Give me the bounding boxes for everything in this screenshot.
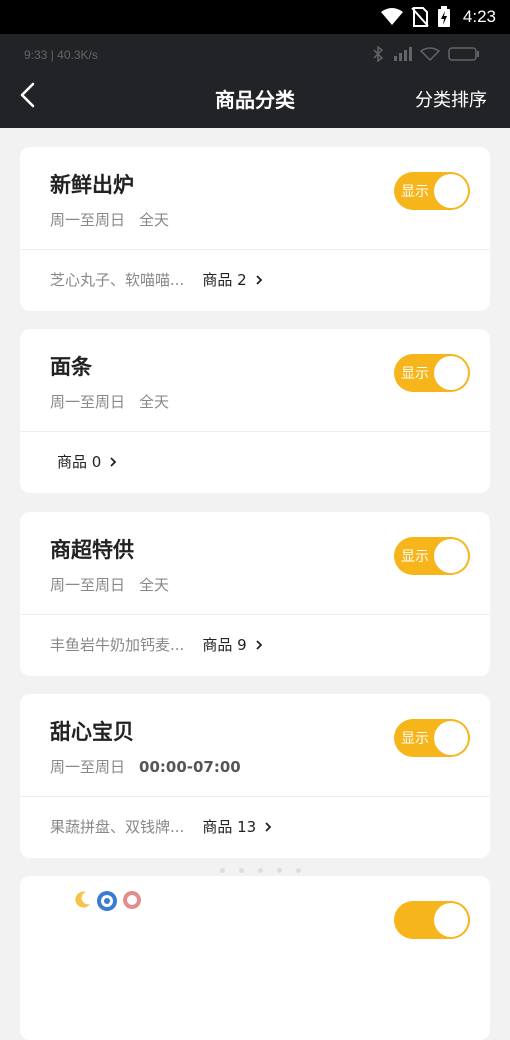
schedule-time: 全天 bbox=[139, 576, 170, 594]
display-toggle[interactable]: 显示 bbox=[394, 354, 470, 392]
schedule-days: 周一至周日 bbox=[50, 758, 126, 776]
goods-preview: 芝心丸子、软喵喵... bbox=[50, 271, 185, 289]
goods-prefix: 商品 bbox=[57, 453, 88, 471]
wifi-small-icon bbox=[420, 47, 440, 61]
display-toggle[interactable]: 显示 bbox=[394, 172, 470, 210]
status-time: 4:23 bbox=[462, 7, 496, 26]
category-card-partial[interactable] bbox=[20, 868, 490, 1040]
divider bbox=[20, 431, 490, 432]
schedule-days: 周一至周日 bbox=[50, 211, 126, 229]
goods-link[interactable]: 商品 0 bbox=[57, 453, 117, 471]
goods-preview: 丰鱼岩牛奶加钙麦... bbox=[50, 636, 185, 654]
goods-count: 13 bbox=[237, 818, 257, 836]
goods-prefix: 商品 bbox=[202, 818, 233, 836]
no-sim-icon bbox=[411, 7, 429, 27]
schedule-days: 周一至周日 bbox=[50, 576, 126, 594]
chevron-right-icon bbox=[256, 640, 262, 650]
divider bbox=[20, 614, 490, 615]
device-substatus: 9:33 | 40.3K/s bbox=[0, 44, 510, 68]
goods-row[interactable]: 果蔬拼盘、双钱牌... 商品 13 bbox=[50, 816, 272, 837]
category-schedule: 周一至周日 全天 bbox=[50, 391, 169, 412]
goods-count: 0 bbox=[91, 453, 102, 471]
toggle-label: 显示 bbox=[401, 184, 429, 200]
goods-prefix: 商品 bbox=[202, 636, 233, 654]
toggle-knob bbox=[434, 174, 468, 208]
category-name: 新鲜出炉 bbox=[50, 173, 134, 197]
moon-icon bbox=[75, 891, 90, 908]
target-icon bbox=[97, 891, 117, 911]
category-sort-button[interactable]: 分类排序 bbox=[415, 86, 487, 112]
goods-link[interactable]: 商品 9 bbox=[202, 636, 262, 654]
category-schedule: 周一至周日 全天 bbox=[50, 209, 169, 230]
toggle-knob bbox=[434, 539, 468, 573]
category-card[interactable]: 新鲜出炉 显示 周一至周日 全天 芝心丸子、软喵喵... 商品 2 bbox=[20, 147, 490, 311]
system-status-bar: 4:23 bbox=[0, 0, 510, 34]
goods-row[interactable]: 丰鱼岩牛奶加钙麦... 商品 9 bbox=[50, 634, 263, 655]
battery-small-icon bbox=[448, 47, 479, 61]
category-name: 甜心宝贝 bbox=[50, 720, 134, 744]
toggle-label: 显示 bbox=[401, 731, 429, 747]
category-schedule: 周一至周日 00:00-07:00 bbox=[50, 756, 241, 777]
chevron-right-icon bbox=[110, 457, 117, 467]
goods-link[interactable]: 商品 13 bbox=[202, 818, 272, 836]
schedule-time: 全天 bbox=[139, 393, 170, 411]
emoji-icons bbox=[74, 890, 142, 912]
goods-prefix: 商品 bbox=[202, 271, 233, 289]
substatus-text: 9:33 | 40.3K/s bbox=[24, 48, 98, 62]
toggle-knob bbox=[434, 903, 468, 937]
category-schedule: 周一至周日 全天 bbox=[50, 574, 169, 595]
wifi-icon bbox=[380, 8, 403, 25]
schedule-days: 周一至周日 bbox=[50, 393, 126, 411]
category-card[interactable]: 商超特供 显示 周一至周日 全天 丰鱼岩牛奶加钙麦... 商品 9 bbox=[20, 512, 490, 676]
bluetooth-icon bbox=[373, 46, 384, 62]
goods-count: 9 bbox=[237, 636, 247, 654]
category-card[interactable]: 甜心宝贝 显示 周一至周日 00:00-07:00 果蔬拼盘、双钱牌... 商品 1… bbox=[20, 694, 490, 858]
divider bbox=[20, 796, 490, 797]
lollipop-icon bbox=[123, 891, 141, 909]
signal-icon bbox=[394, 47, 412, 61]
app-header: 9:33 | 40.3K/s 商品分类 分类排序 bbox=[0, 34, 510, 128]
toggle-label: 显示 bbox=[401, 549, 429, 565]
goods-row[interactable]: 芝心丸子、软喵喵... 商品 2 bbox=[50, 269, 263, 290]
goods-preview: 果蔬拼盘、双钱牌... bbox=[50, 818, 185, 836]
category-name: 面条 bbox=[50, 355, 92, 379]
schedule-time: 00:00-07:00 bbox=[139, 758, 241, 776]
toggle-knob bbox=[434, 721, 468, 755]
page-indicator-dots bbox=[220, 868, 301, 873]
goods-link[interactable]: 商品 2 bbox=[202, 271, 262, 289]
display-toggle[interactable] bbox=[394, 901, 470, 939]
toggle-knob bbox=[434, 356, 468, 390]
toggle-label: 显示 bbox=[401, 366, 429, 382]
chevron-right-icon bbox=[265, 822, 272, 832]
goods-count: 2 bbox=[237, 271, 247, 289]
category-name: 商超特供 bbox=[50, 538, 134, 562]
display-toggle[interactable]: 显示 bbox=[394, 537, 470, 575]
divider bbox=[20, 249, 490, 250]
battery-charging-icon bbox=[437, 6, 450, 27]
category-card[interactable]: 面条 显示 周一至周日 全天 商品 0 bbox=[20, 329, 490, 493]
goods-row[interactable]: 商品 0 bbox=[50, 451, 117, 472]
display-toggle[interactable]: 显示 bbox=[394, 719, 470, 757]
schedule-time: 全天 bbox=[139, 211, 170, 229]
chevron-right-icon bbox=[256, 275, 262, 285]
